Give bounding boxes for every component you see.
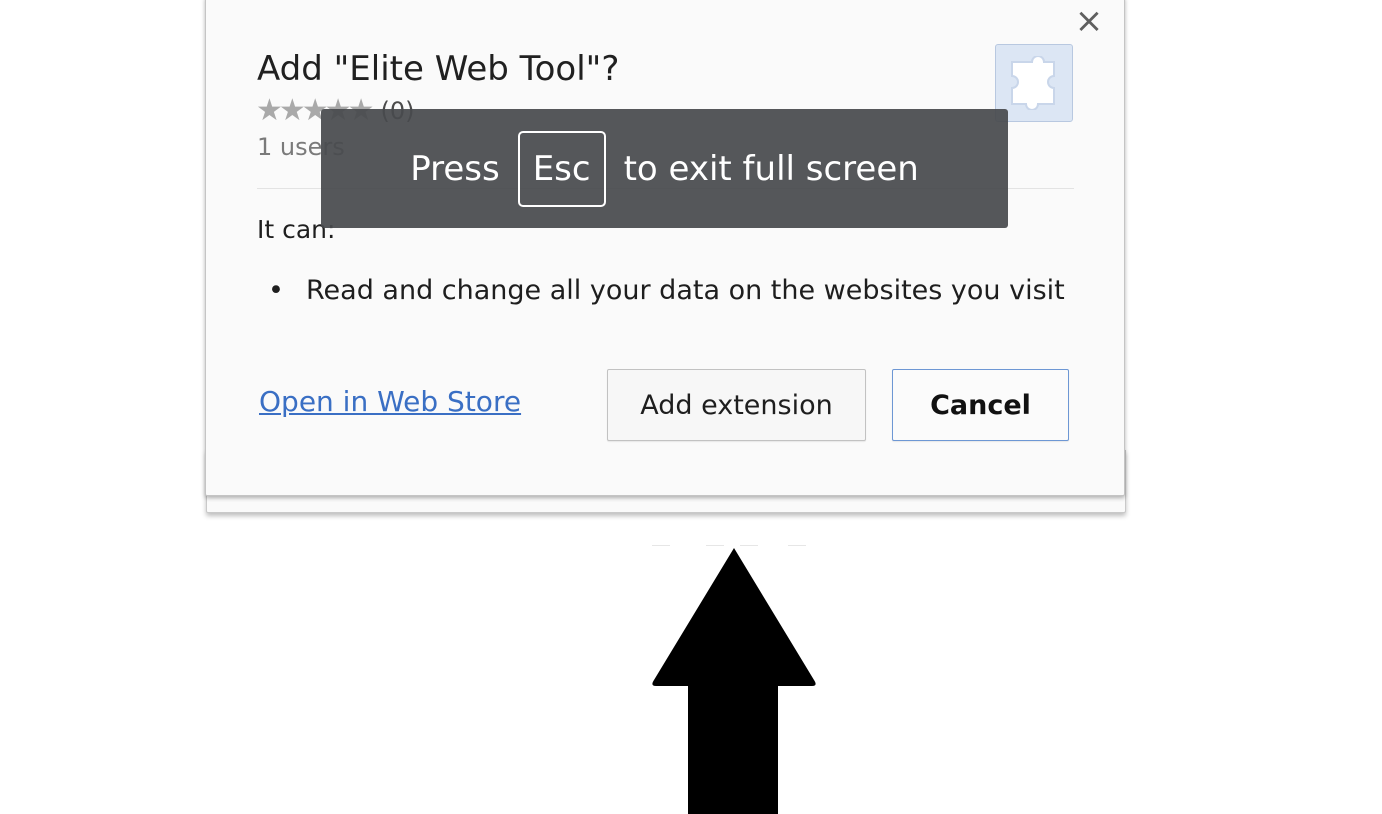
fullscreen-exit-toast: Press Esc to exit full screen [321,109,1008,228]
dialog-title: Add "Elite Web Tool"? [257,49,620,89]
up-arrow-icon [652,548,816,814]
toast-suffix: to exit full screen [623,148,919,189]
add-extension-dialog: × Add "Elite Web Tool"? ★★★★★ (0) 1 user… [205,0,1125,496]
esc-key: Esc [517,130,606,207]
permission-item: • Read and change all your data on the w… [268,275,1065,306]
cancel-button[interactable]: Cancel [892,369,1069,441]
add-extension-button[interactable]: Add extension [607,369,866,441]
screen: × Add "Elite Web Tool"? ★★★★★ (0) 1 user… [0,0,1382,814]
toast-prefix: Press [410,148,500,189]
permission-text: Read and change all your data on the web… [306,275,1065,306]
open-in-web-store-link[interactable]: Open in Web Store [259,385,521,418]
bullet: • [268,275,284,306]
close-icon[interactable]: × [1074,4,1104,38]
